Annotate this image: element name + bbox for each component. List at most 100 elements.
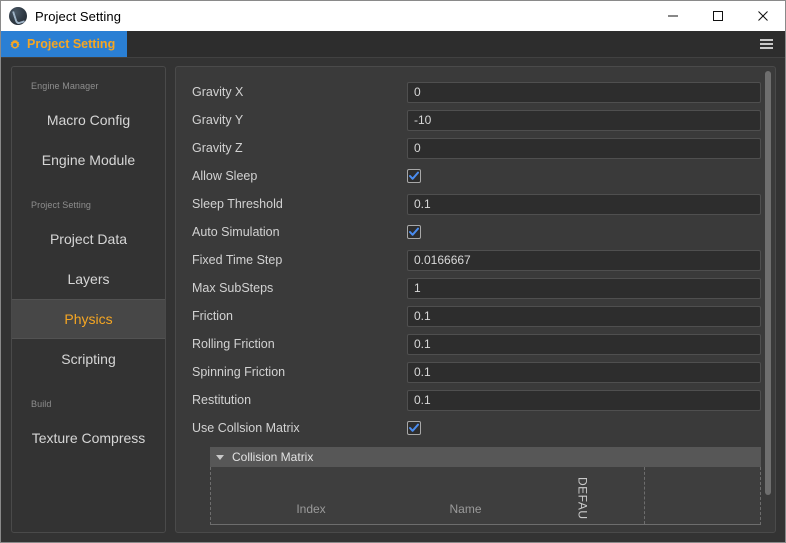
maximize-button[interactable]	[695, 1, 740, 31]
field-control	[407, 109, 761, 131]
sidebar-group-label-build: Build	[31, 399, 52, 409]
sidebar-item-layers[interactable]: Layers	[12, 259, 165, 299]
project-setting-window: Project Setting Project Setting Engine M…	[0, 0, 786, 543]
sidebar-item-label: Project Data	[49, 231, 128, 247]
sidebar-item-label: Engine Module	[41, 152, 136, 168]
sidebar-item-scripting[interactable]: Scripting	[12, 339, 165, 379]
field-row-allow-sleep: Allow Sleep	[192, 162, 761, 190]
close-button[interactable]	[740, 1, 785, 31]
max-substeps-input[interactable]	[407, 277, 761, 299]
field-label: Gravity Y	[192, 113, 244, 127]
field-control	[407, 249, 761, 271]
field-row-sleep-threshold: Sleep Threshold	[192, 190, 761, 218]
fixed-time-step-input[interactable]	[407, 249, 761, 271]
field-control	[407, 81, 761, 103]
content-scrollbar[interactable]	[764, 71, 772, 528]
collision-matrix-title: Collision Matrix	[232, 450, 314, 464]
rolling-friction-input[interactable]	[407, 333, 761, 355]
sidebar-item-label: Texture Compress	[31, 430, 146, 446]
content-scrollbar-thumb[interactable]	[765, 71, 771, 495]
physics-settings-form: Gravity X Gravity Y Gravity Z	[176, 67, 775, 532]
sidebar-item-project-data[interactable]: Project Data	[12, 219, 165, 259]
field-control	[407, 277, 761, 299]
sleep-threshold-input[interactable]	[407, 193, 761, 215]
field-row-friction: Friction	[192, 302, 761, 330]
field-label: Gravity Z	[192, 141, 243, 155]
field-row-gravity-y: Gravity Y	[192, 106, 761, 134]
auto-simulation-checkbox[interactable]	[407, 225, 421, 239]
matrix-column-index: Index	[211, 467, 411, 524]
use-collision-matrix-checkbox[interactable]	[407, 421, 421, 435]
field-label: Spinning Friction	[192, 365, 286, 379]
settings-sidebar: Engine Manager Macro Config Engine Modul…	[11, 66, 166, 533]
gear-icon	[9, 38, 21, 50]
field-row-use-collision-matrix: Use Collsion Matrix	[192, 414, 761, 442]
tab-project-setting[interactable]: Project Setting	[1, 31, 128, 57]
title-bar: Project Setting	[1, 1, 785, 31]
field-row-restitution: Restitution	[192, 386, 761, 414]
sidebar-item-label: Layers	[67, 271, 110, 287]
field-control	[407, 193, 761, 215]
gravity-z-input[interactable]	[407, 137, 761, 159]
field-row-spinning-friction: Spinning Friction	[192, 358, 761, 386]
sidebar-item-label: Physics	[64, 311, 113, 327]
field-label: Use Collsion Matrix	[192, 421, 300, 435]
restitution-input[interactable]	[407, 389, 761, 411]
field-row-auto-simulation: Auto Simulation	[192, 218, 761, 246]
tab-bar-spacer	[127, 31, 753, 57]
app-logo-icon	[9, 7, 27, 25]
tab-bar: Project Setting	[1, 31, 785, 58]
sidebar-item-label: Macro Config	[46, 112, 131, 128]
collision-matrix-section: Collision Matrix Index Name DEFAU	[210, 447, 761, 525]
field-control	[407, 305, 761, 327]
field-label: Restitution	[192, 393, 252, 407]
matrix-column-header: Name	[449, 502, 482, 516]
field-row-rolling-friction: Rolling Friction	[192, 330, 761, 358]
field-label: Friction	[192, 309, 233, 323]
field-control	[407, 137, 761, 159]
chevron-down-icon	[216, 454, 224, 460]
collision-matrix-header[interactable]: Collision Matrix	[210, 447, 761, 467]
physics-settings-panel: Gravity X Gravity Y Gravity Z	[175, 66, 776, 533]
field-row-fixed-time-step: Fixed Time Step	[192, 246, 761, 274]
matrix-column-header-vertical: DEFAU	[575, 477, 590, 520]
hamburger-menu-icon[interactable]	[753, 31, 779, 57]
field-control	[407, 169, 761, 183]
sidebar-item-label: Scripting	[61, 351, 116, 367]
allow-sleep-checkbox[interactable]	[407, 169, 421, 183]
matrix-column-name: Name	[411, 467, 520, 524]
field-control	[407, 389, 761, 411]
field-label: Auto Simulation	[192, 225, 280, 239]
sidebar-item-texture-compress[interactable]: Texture Compress	[12, 418, 165, 458]
tab-label: Project Setting	[27, 37, 116, 51]
sidebar-item-engine-module[interactable]: Engine Module	[12, 140, 165, 180]
field-label: Gravity X	[192, 85, 244, 99]
matrix-column-divider	[644, 467, 645, 524]
field-row-gravity-z: Gravity Z	[192, 134, 761, 162]
sidebar-item-macro-config[interactable]: Macro Config	[12, 100, 165, 140]
field-control	[407, 421, 761, 435]
gravity-x-input[interactable]	[407, 81, 761, 103]
field-label: Max SubSteps	[192, 281, 274, 295]
field-control	[407, 225, 761, 239]
window-title: Project Setting	[35, 8, 122, 24]
field-row-max-substeps: Max SubSteps	[192, 274, 761, 302]
field-control	[407, 333, 761, 355]
matrix-column-overflow	[645, 467, 760, 524]
field-label: Sleep Threshold	[192, 197, 283, 211]
field-label: Fixed Time Step	[192, 253, 283, 267]
main-body: Engine Manager Macro Config Engine Modul…	[1, 58, 785, 542]
sidebar-group-label-engine-manager: Engine Manager	[31, 81, 99, 91]
friction-input[interactable]	[407, 305, 761, 327]
sidebar-item-physics[interactable]: Physics	[12, 299, 165, 339]
field-row-gravity-x: Gravity X	[192, 78, 761, 106]
matrix-column-header: Index	[296, 502, 326, 516]
sidebar-group-label-project-setting: Project Setting	[31, 200, 92, 210]
spinning-friction-input[interactable]	[407, 361, 761, 383]
collision-matrix-table: Index Name DEFAU	[210, 467, 761, 525]
matrix-column-default: DEFAU	[520, 467, 645, 524]
field-label: Rolling Friction	[192, 337, 275, 351]
field-label: Allow Sleep	[192, 169, 258, 183]
gravity-y-input[interactable]	[407, 109, 761, 131]
minimize-button[interactable]	[650, 1, 695, 31]
